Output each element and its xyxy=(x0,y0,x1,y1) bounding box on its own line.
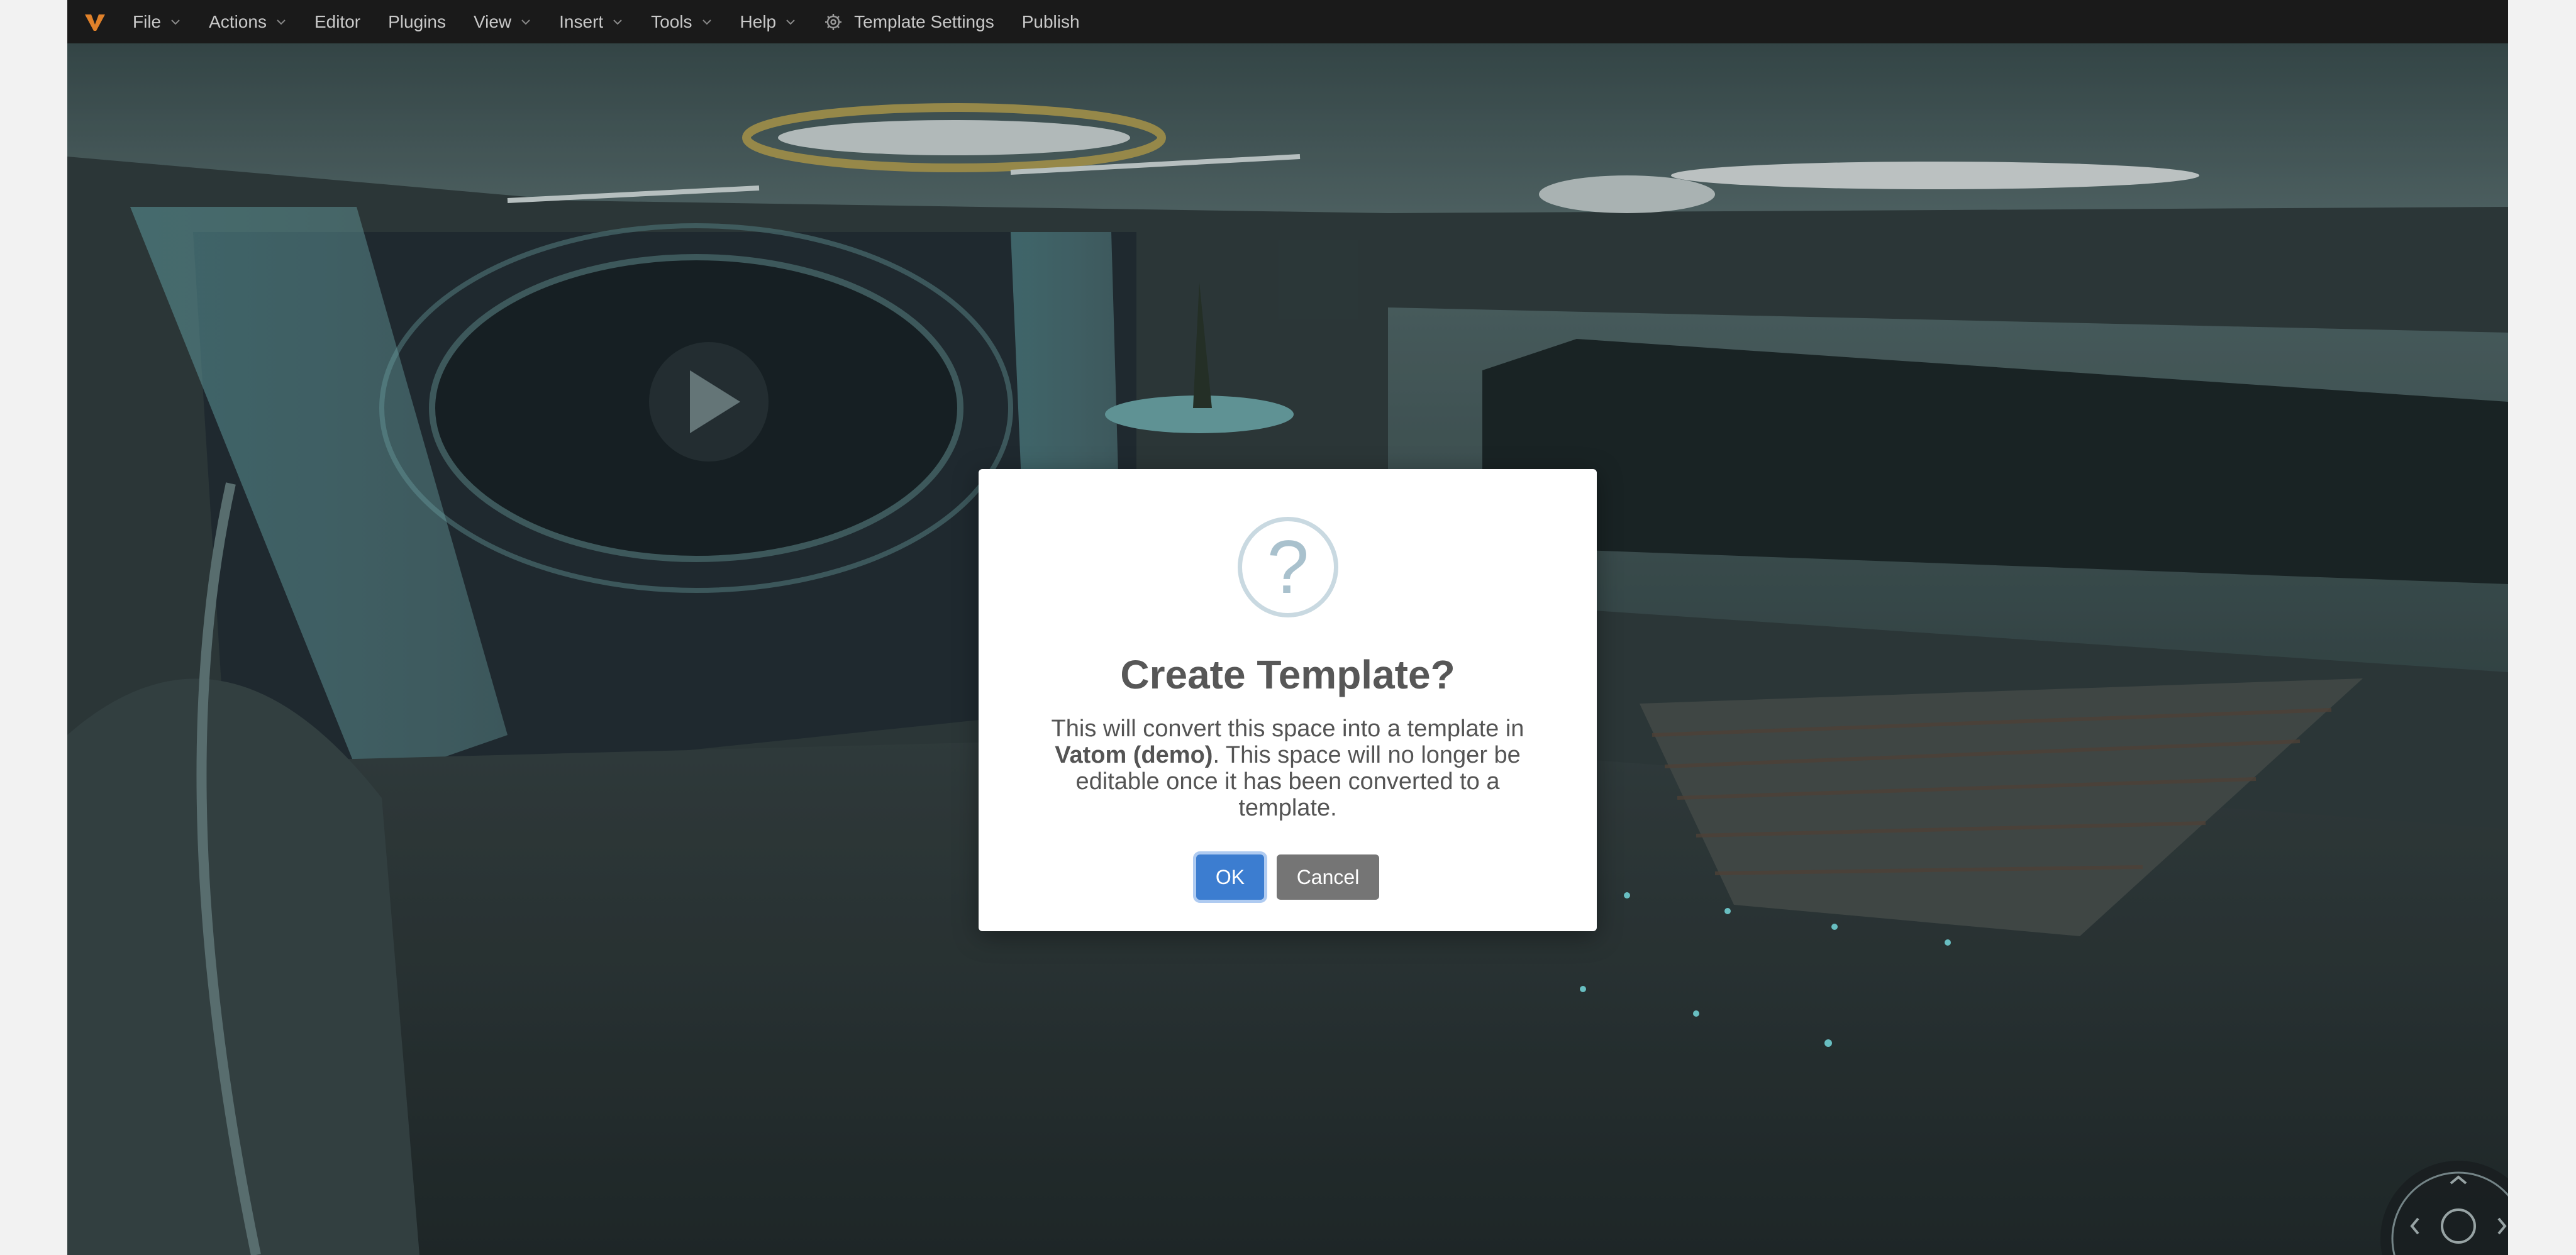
dialog-message: This will convert this space into a temp… xyxy=(1048,716,1528,821)
chevron-down-icon xyxy=(521,19,530,25)
menu-insert-label: Insert xyxy=(559,11,604,31)
menu-view-label: View xyxy=(473,11,512,31)
menu-publish-label: Publish xyxy=(1021,11,1080,31)
dialog-buttons: OK Cancel xyxy=(979,854,1597,900)
menu-file-label: File xyxy=(133,11,162,31)
menu-publish[interactable]: Publish xyxy=(1022,12,1080,32)
menu-editor-label: Editor xyxy=(314,11,361,31)
chevron-down-icon xyxy=(702,19,711,25)
menu-bar: File Actions Editor Plugins View Insert … xyxy=(67,0,2508,43)
dialog-message-space-name: Vatom (demo) xyxy=(1055,742,1213,768)
menu-help[interactable]: Help xyxy=(740,12,797,32)
chevron-down-icon xyxy=(786,19,795,25)
cancel-button[interactable]: Cancel xyxy=(1277,854,1379,900)
menu-plugins[interactable]: Plugins xyxy=(388,12,446,32)
menu-file[interactable]: File xyxy=(133,12,181,32)
menu-tools[interactable]: Tools xyxy=(651,12,712,32)
menu-template-settings[interactable]: Template Settings xyxy=(824,12,994,32)
dialog-title: Create Template? xyxy=(1120,652,1455,697)
vatom-logo-icon[interactable] xyxy=(82,9,108,35)
menu-help-label: Help xyxy=(740,11,777,31)
question-mark-icon: ? xyxy=(1238,517,1338,617)
app-window: File Actions Editor Plugins View Insert … xyxy=(67,0,2508,1255)
menu-actions[interactable]: Actions xyxy=(209,12,287,32)
chevron-down-icon xyxy=(613,19,622,25)
menu-editor[interactable]: Editor xyxy=(314,12,360,32)
menu-template-settings-label: Template Settings xyxy=(854,11,994,31)
menu-plugins-label: Plugins xyxy=(388,11,446,31)
chevron-down-icon xyxy=(277,19,286,25)
chevron-down-icon xyxy=(171,19,180,25)
menu-actions-label: Actions xyxy=(209,11,267,31)
menu-view[interactable]: View xyxy=(474,12,531,32)
create-template-dialog: ? Create Template? This will convert thi… xyxy=(979,469,1597,931)
menu-insert[interactable]: Insert xyxy=(559,12,623,32)
question-mark-glyph: ? xyxy=(1267,525,1309,609)
menu-tools-label: Tools xyxy=(651,11,692,31)
ok-button[interactable]: OK xyxy=(1196,854,1264,900)
dialog-message-part1: This will convert this space into a temp… xyxy=(1051,716,1524,742)
gear-icon xyxy=(825,13,842,30)
